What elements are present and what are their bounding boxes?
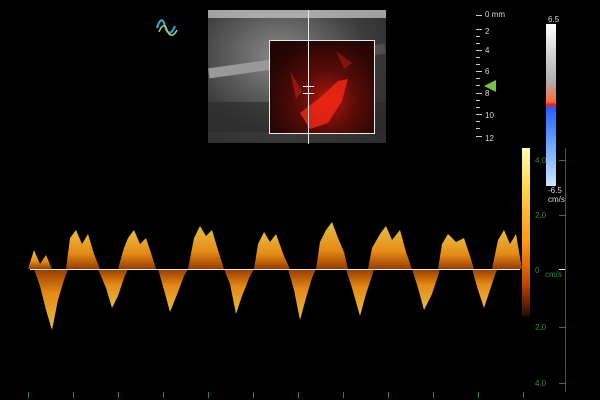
spectral-intensity-bar xyxy=(522,148,530,316)
sample-gate-bottom xyxy=(303,93,314,94)
color-doppler-roi-box[interactable] xyxy=(269,40,375,134)
spectral-baseline[interactable] xyxy=(30,269,520,270)
doppler-cursor-line[interactable] xyxy=(308,10,309,144)
velocity-unit: cm/s xyxy=(545,270,562,279)
velocity-axis xyxy=(565,148,566,392)
velocity-label-pos-4: 4.0 xyxy=(535,156,547,165)
color-scale-max: 6.5 xyxy=(548,15,560,24)
color-scale-min: -6.5 xyxy=(548,186,562,195)
sample-gate-top xyxy=(303,86,314,87)
wave-logo-icon xyxy=(155,19,178,37)
velocity-label-neg-4: 4.0 xyxy=(535,379,547,388)
color-velocity-bar xyxy=(546,24,556,186)
focus-arrow-icon[interactable] xyxy=(484,80,496,92)
depth-scale: 0 mm 2 4 6 8 10 12 xyxy=(476,8,536,148)
velocity-label-pos-2: 2.0 xyxy=(535,211,547,220)
depth-unit-label: 0 mm xyxy=(485,10,505,19)
spectral-doppler-trace xyxy=(28,222,522,330)
velocity-zero: 0 xyxy=(535,266,540,275)
velocity-label-neg-2: 2.0 xyxy=(535,323,547,332)
time-axis xyxy=(28,392,568,400)
color-scale-unit: cm/s xyxy=(548,195,565,204)
